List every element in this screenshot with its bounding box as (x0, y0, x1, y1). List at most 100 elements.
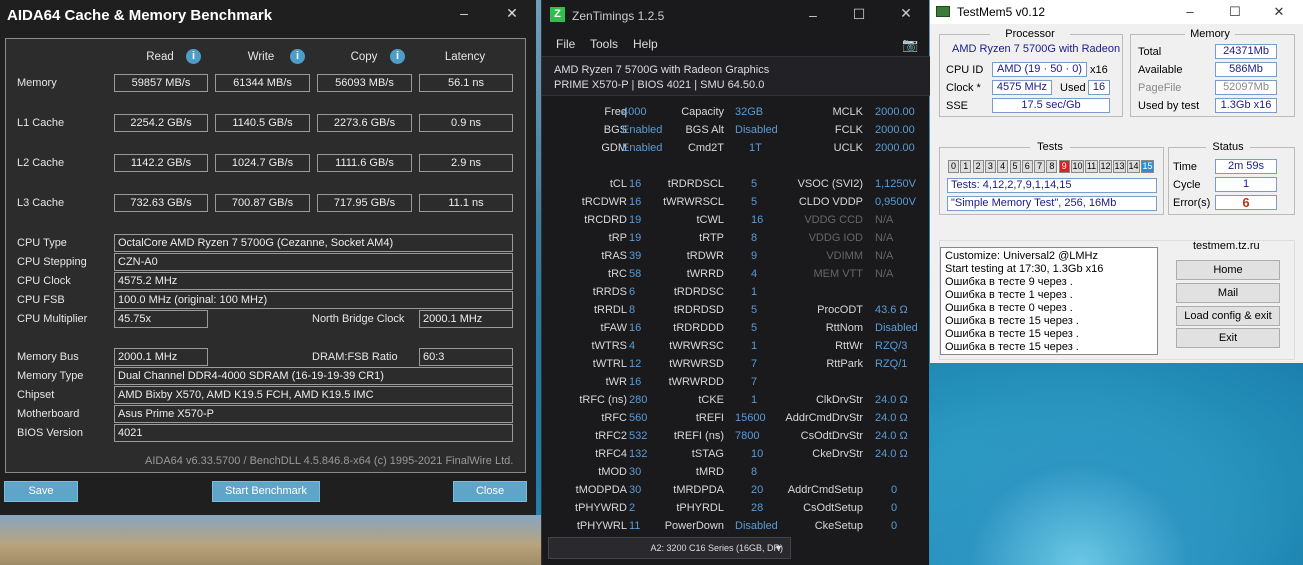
menu-file[interactable]: File (556, 37, 575, 51)
cpu-name: AMD Ryzen 7 5700G with Radeon (952, 43, 1121, 55)
timing-value: N/A (875, 250, 894, 262)
memory-chip-icon (936, 6, 950, 17)
close-window-button[interactable]: ✕ (891, 5, 921, 22)
timing-value: 1T (749, 142, 762, 154)
read-value: 59857 MB/s (114, 74, 208, 92)
available-label: Available (1138, 64, 1183, 76)
row-label: Memory (17, 77, 57, 89)
timing-label: tRRDS (592, 286, 627, 298)
copy-value: 1111.6 GB/s (317, 154, 412, 172)
cpu-multiplier-value: 45.75x (114, 310, 208, 328)
memory-profile-select[interactable]: A2: 3200 C16 Series (16GB, DR) ▼ (548, 537, 791, 559)
pagefile-value: 52097Mb (1215, 80, 1277, 95)
timing-label: tREFI (695, 412, 724, 424)
timing-label: tPHYWRD (575, 502, 627, 514)
log-line: Ошибка в тесте 15 через . (945, 315, 1079, 327)
cpu-name: AMD Ryzen 7 5700G with Radeon Graphics (554, 64, 770, 76)
test-cell: 6 (1021, 160, 1033, 173)
row-label: L2 Cache (17, 157, 65, 169)
minimize-button[interactable]: – (449, 5, 479, 21)
test-cell: 11 (1085, 160, 1098, 173)
memory-bus-value: 2000.1 MHz (114, 348, 208, 366)
timing-label: tPHYWRL (576, 520, 627, 532)
cycle-value: 1 (1215, 177, 1277, 192)
time-value: 2m 59s (1215, 159, 1277, 174)
close-window-button[interactable]: ✕ (1269, 4, 1289, 20)
test-cell: 15 (1141, 160, 1154, 173)
minimize-button[interactable]: – (798, 7, 828, 23)
timing-label: CkeSetup (814, 520, 863, 532)
timing-value: 24.0 Ω (875, 394, 908, 406)
timing-label: CLDO VDDP (798, 196, 863, 208)
timing-value: 24.0 Ω (875, 412, 908, 424)
log-line: Ошибка в тесте 15 через . (945, 328, 1079, 340)
log-line: Ошибка в тесте 1 через . (945, 289, 1073, 301)
cpu-type-label: CPU Type (17, 237, 67, 249)
timing-label: VDDG CCD (804, 214, 863, 226)
close-window-button[interactable]: ✕ (497, 5, 527, 22)
bios-label: BIOS Version (17, 427, 84, 439)
test-cell: 4 (997, 160, 1009, 173)
write-value: 1140.5 GB/s (215, 114, 310, 132)
timing-label: tRDRDSC (673, 286, 724, 298)
bios-value: 4021 (114, 424, 513, 442)
timing-value: N/A (875, 232, 894, 244)
timing-label: tRCDRD (584, 214, 627, 226)
zentimings-window: Z ZenTimings 1.2.5 – ☐ ✕ File Tools Help… (541, 0, 930, 565)
timing-label: ClkDrvStr (815, 394, 863, 406)
timing-label: tWRWRDD (668, 376, 724, 388)
test-log: Customize: Universal2 @LMHz Start testin… (940, 247, 1158, 355)
read-info-icon[interactable]: i (186, 49, 201, 64)
timing-label: tSTAG (691, 448, 724, 460)
site-label: testmem.tz.ru (1193, 240, 1260, 252)
timing-label: BGS (603, 124, 627, 136)
timing-label: tCKE (698, 394, 724, 406)
close-button[interactable]: Close (453, 481, 527, 502)
copy-info-icon[interactable]: i (390, 49, 405, 64)
maximize-button[interactable]: ☐ (844, 6, 874, 23)
timing-value: 5 (751, 196, 758, 208)
nb-clock-value: 2000.1 MHz (419, 310, 513, 328)
maximize-button[interactable]: ☐ (1225, 4, 1245, 20)
timing-label: RttNom (825, 322, 863, 334)
timing-value: 28 (751, 502, 764, 514)
mail-button[interactable]: Mail (1176, 283, 1280, 303)
minimize-button[interactable]: – (1180, 4, 1200, 19)
timing-label: PowerDown (664, 520, 724, 532)
timing-label: tRDRDSCL (667, 178, 724, 190)
timing-label: tRFC (ns) (579, 394, 627, 406)
timing-value: 5 (751, 178, 758, 190)
latency-value: 11.1 ns (419, 194, 513, 212)
start-benchmark-button[interactable]: Start Benchmark (212, 481, 320, 502)
menu-help[interactable]: Help (633, 37, 658, 51)
timing-label: ProcODT (817, 304, 863, 316)
timing-value: 2000.00 (875, 106, 915, 118)
timing-label: VSOC (SVI2) (797, 178, 863, 190)
write-value: 1024.7 GB/s (215, 154, 310, 172)
save-button[interactable]: Save (4, 481, 78, 502)
timing-value: 9 (751, 250, 758, 262)
menu-tools[interactable]: Tools (590, 37, 618, 51)
timing-label: tRTP (699, 232, 724, 244)
timing-label: tRFC4 (595, 448, 627, 460)
cpu-stepping-value: CZN-A0 (114, 253, 513, 271)
home-button[interactable]: Home (1176, 260, 1280, 280)
used-value: 16 (1088, 80, 1110, 95)
timing-value: 0 (891, 484, 898, 496)
used-by-test-value: 1.3Gb x16 (1215, 98, 1277, 113)
timing-label: AddrCmdSetup (787, 484, 863, 496)
timing-label: tCL (609, 178, 627, 190)
cpu-clock-value: 4575.2 MHz (114, 272, 513, 290)
timing-label: GDM (601, 142, 627, 154)
clock-label: Clock * (946, 82, 981, 94)
chevron-down-icon: ▼ (774, 543, 783, 553)
write-info-icon[interactable]: i (290, 49, 305, 64)
load-config-exit-button[interactable]: Load config & exit (1176, 306, 1280, 326)
timing-label: VDDG IOD (808, 232, 863, 244)
timing-label: tRFC2 (595, 430, 627, 442)
screenshot-camera-icon[interactable]: 📷 (902, 37, 918, 53)
timing-label: tRP (608, 232, 627, 244)
timing-label: MEM VTT (813, 268, 864, 280)
exit-button[interactable]: Exit (1176, 328, 1280, 348)
tests-sequence: Tests: 4,12,2,7,9,1,14,15 (947, 178, 1157, 193)
